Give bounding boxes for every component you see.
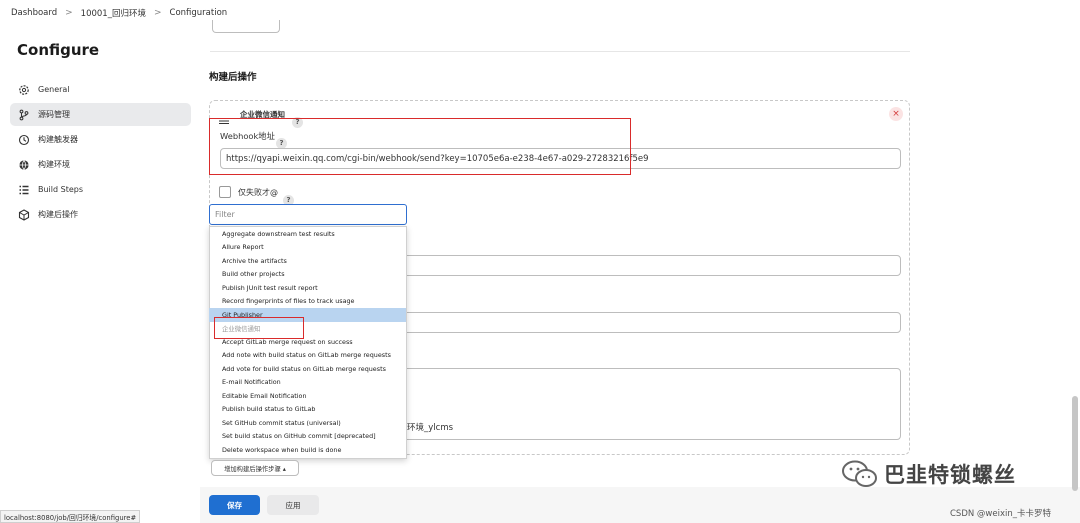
annotation-highlight-box <box>209 118 631 175</box>
sidebar-item-label: 构建后操作 <box>38 210 78 219</box>
sidebar-item-build-steps[interactable]: Build Steps <box>10 178 191 201</box>
breadcrumb: Dashboard > 10001_回归环境 > Configuration <box>0 0 1080 26</box>
textarea-text: 环境_ylcms <box>407 423 454 433</box>
dropdown-option[interactable]: E-mail Notification <box>209 376 406 390</box>
breadcrumb-dashboard[interactable]: Dashboard <box>11 8 57 18</box>
breadcrumb-configuration[interactable]: Configuration <box>170 8 228 18</box>
sidebar-item-label: 构建触发器 <box>38 135 78 144</box>
apply-button[interactable]: 应用 <box>267 495 319 515</box>
close-icon[interactable]: × <box>889 107 903 121</box>
fail-only-checkbox[interactable] <box>219 186 231 198</box>
dropdown-option[interactable]: Aggregate downstream test results <box>209 227 406 241</box>
dropdown-option[interactable]: Add note with build status on GitLab mer… <box>209 349 406 363</box>
sidebar-item-source-control[interactable]: 源码管理 <box>10 103 191 126</box>
section-title: 构建后操作 <box>209 72 257 83</box>
sidebar-item-triggers[interactable]: 构建触发器 <box>10 128 191 151</box>
dropdown-option[interactable]: Publish build status to GitLab <box>209 403 406 417</box>
dropdown-option[interactable]: Editable Email Notification <box>209 389 406 403</box>
page-title: Configure <box>17 41 100 59</box>
sidebar-item-label: Build Steps <box>38 185 84 194</box>
sidebar-item-label: General <box>38 85 70 94</box>
cube-icon <box>18 208 30 221</box>
previous-button-edge[interactable] <box>212 20 280 33</box>
dropdown-option[interactable]: Allure Report <box>209 241 406 255</box>
watermark-text: 巴韭特锁螺丝 <box>884 463 1016 487</box>
save-button[interactable]: 保存 <box>209 495 260 515</box>
watermark: 巴韭特锁螺丝 <box>840 454 1060 494</box>
dropdown-option[interactable]: Record fingerprints of files to track us… <box>209 295 406 309</box>
csdn-credit: CSDN @weixin_卡卡罗特 <box>950 509 1052 519</box>
status-bar-url: localhost:8080/job/回归环境/configure# <box>0 510 141 523</box>
sidebar-item-label: 构建环境 <box>38 160 70 169</box>
gear-icon <box>19 84 29 95</box>
clock-icon <box>18 134 30 145</box>
dropdown-option[interactable]: Publish JUnit test result report <box>209 281 406 295</box>
dropdown-option[interactable]: Set GitHub commit status (universal) <box>209 416 406 430</box>
sidebar-item-general[interactable]: General <box>10 78 191 101</box>
dropdown-option[interactable]: Archive the artifacts <box>209 254 406 268</box>
wechat-icon <box>842 460 877 487</box>
sidebar-item-label: 源码管理 <box>38 110 70 119</box>
sidebar-item-environment[interactable]: 构建环境 <box>10 153 191 176</box>
checkbox-label: 仅失败才@ <box>238 188 278 197</box>
breadcrumb-job[interactable]: 10001_回归环境 <box>81 7 146 19</box>
breadcrumb-separator: > <box>153 8 162 18</box>
breadcrumb-separator: > <box>65 8 73 18</box>
annotation-highlight-box <box>214 317 304 339</box>
dropdown-option[interactable]: Build other projects <box>209 268 406 282</box>
drag-handle-icon[interactable] <box>219 110 229 124</box>
filter-input[interactable]: Filter <box>209 204 407 225</box>
dropdown-option[interactable]: Set build status on GitHub commit [depre… <box>209 430 406 444</box>
sidebar-item-post-build[interactable]: 构建后操作 <box>10 203 191 226</box>
divider <box>210 51 910 52</box>
globe-icon <box>19 159 29 170</box>
list-icon <box>19 185 29 194</box>
scrollbar[interactable] <box>1072 396 1078 491</box>
dropdown-option[interactable]: Delete workspace when build is done <box>209 443 406 457</box>
add-post-build-step-button[interactable]: 增加构建后操作步骤 ▴ <box>211 460 299 476</box>
branch-icon <box>19 109 29 120</box>
dropdown-option[interactable]: Add vote for build status on GitLab merg… <box>209 362 406 376</box>
